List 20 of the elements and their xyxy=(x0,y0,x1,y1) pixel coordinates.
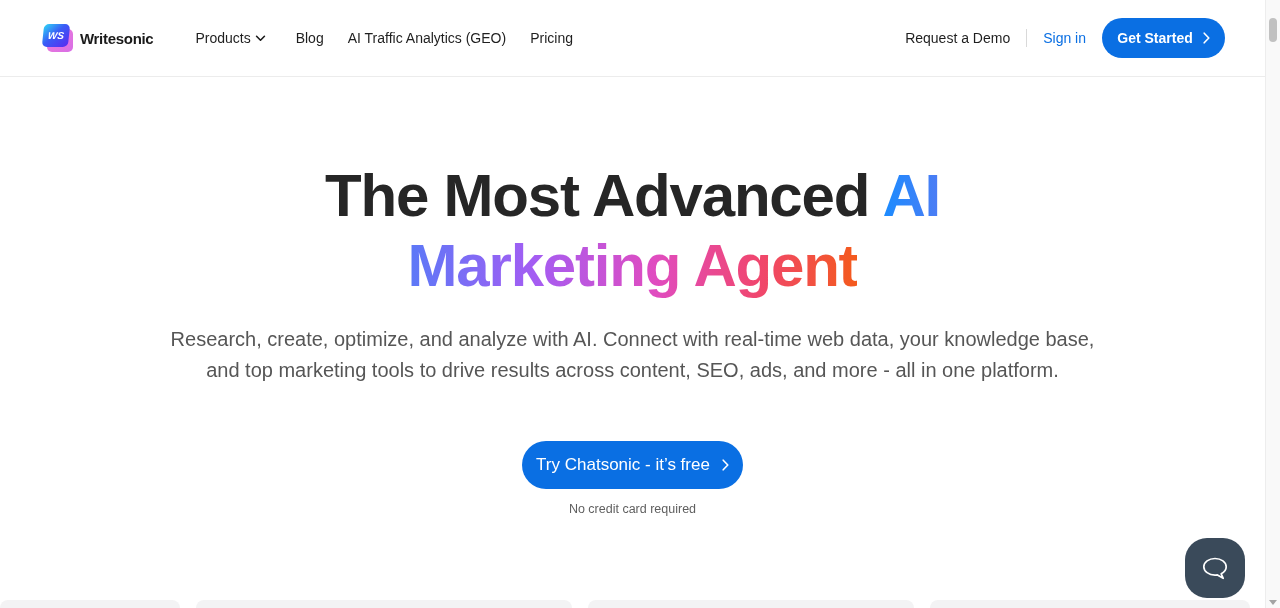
hero-description: Research, create, optimize, and analyze with AI. Connect with real-time web data, your knowledge base, and top marketing tools to drive results across content, SEO, ads, and more - all in one platform. xyxy=(169,327,1096,383)
nav-link[interactable]: Blog xyxy=(295,30,324,46)
hero-heading: The Most Advanced AI Marketing Agent xyxy=(325,161,940,301)
no-card-note: No credit card required xyxy=(568,501,697,517)
request-demo-link[interactable]: Request a Demo xyxy=(905,30,1011,46)
nav-link[interactable]: Pricing xyxy=(530,30,573,46)
sign-in-link[interactable]: Sign in xyxy=(1043,30,1086,46)
chevron-down-icon xyxy=(254,34,266,42)
scrollbar[interactable] xyxy=(1265,0,1280,608)
scroll-down-arrow-icon[interactable] xyxy=(1269,600,1277,605)
brand-name[interactable]: Writesonic xyxy=(80,29,154,47)
chevron-right-icon xyxy=(1202,32,1210,44)
nav-link[interactable]: AI Traffic Analytics (GEO) xyxy=(347,30,507,46)
get-started-button[interactable]: Get Started xyxy=(1102,18,1225,58)
scrollbar-thumb[interactable] xyxy=(1269,18,1277,42)
try-chatsonic-button[interactable]: Try Chatsonic - it’s free xyxy=(522,441,743,489)
chevron-right-icon xyxy=(721,459,729,471)
chat-button[interactable] xyxy=(1185,538,1245,598)
nav-dropdown[interactable]: Products xyxy=(195,30,266,46)
chat-bubble-icon xyxy=(1202,556,1228,580)
